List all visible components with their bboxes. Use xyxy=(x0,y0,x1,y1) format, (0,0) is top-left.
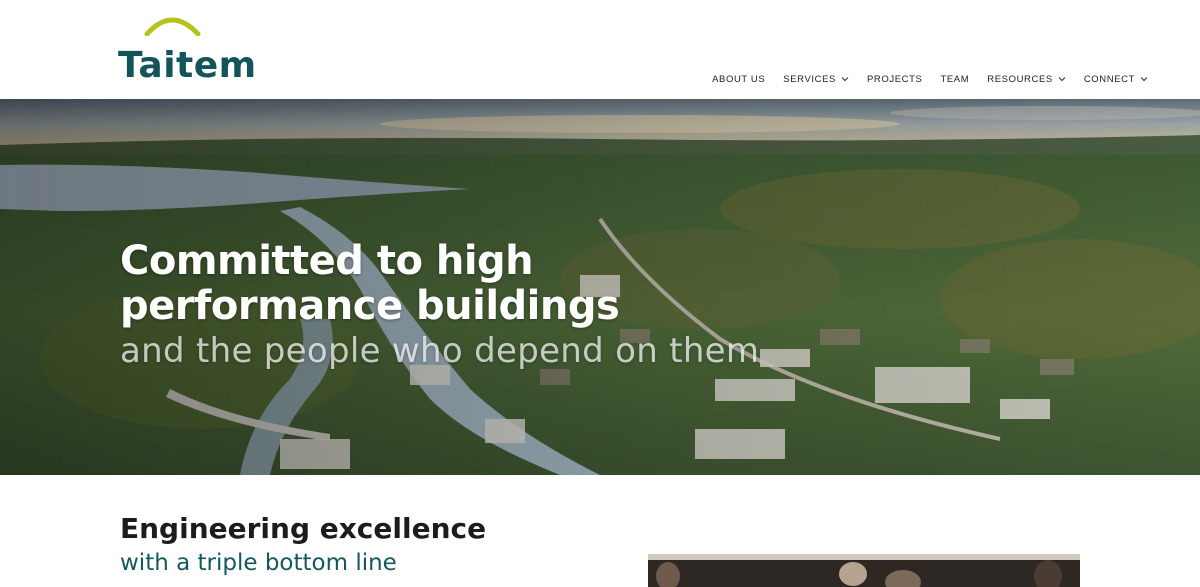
nav-projects-label: PROJECTS xyxy=(866,73,923,85)
intro-section: Engineering excellence with a triple bot… xyxy=(120,512,486,578)
site-header: Taitem ABOUT US SERVICES PROJECTS TEAM R… xyxy=(0,0,1200,99)
chevron-down-icon xyxy=(841,77,849,82)
nav-connect-label: CONNECT xyxy=(1083,73,1135,85)
nav-team[interactable]: TEAM xyxy=(940,72,969,86)
nav-team-label: TEAM xyxy=(940,73,970,85)
nav-about-us-label: ABOUT US xyxy=(712,73,766,85)
nav-resources[interactable]: RESOURCES xyxy=(987,72,1066,86)
logo-arc-icon xyxy=(144,17,201,36)
chevron-down-icon xyxy=(1058,77,1066,82)
nav-services-label: SERVICES xyxy=(783,73,836,85)
chevron-down-icon xyxy=(1140,77,1148,82)
main-nav: ABOUT US SERVICES PROJECTS TEAM RESOURCE… xyxy=(694,72,1148,86)
taitem-logo[interactable]: Taitem xyxy=(118,12,256,84)
nav-connect[interactable]: CONNECT xyxy=(1084,72,1148,86)
team-photo xyxy=(648,554,1080,587)
intro-title: Engineering excellence xyxy=(120,512,487,545)
hero-headline: Committed to high performance buildings … xyxy=(120,239,759,373)
hero-line-2: performance buildings xyxy=(120,283,620,329)
hero-line-1: Committed to high xyxy=(120,238,534,284)
nav-about-us[interactable]: ABOUT US xyxy=(712,72,765,86)
intro-subtitle: with a triple bottom line xyxy=(120,550,397,576)
nav-projects[interactable]: PROJECTS xyxy=(867,72,922,86)
hero-banner: Committed to high performance buildings … xyxy=(0,99,1200,475)
nav-services[interactable]: SERVICES xyxy=(783,72,849,86)
team-photo-image xyxy=(648,554,1080,587)
nav-resources-label: RESOURCES xyxy=(987,73,1053,85)
hero-tagline: and the people who depend on them xyxy=(120,331,760,371)
logo-wordmark: Taitem xyxy=(118,45,257,86)
